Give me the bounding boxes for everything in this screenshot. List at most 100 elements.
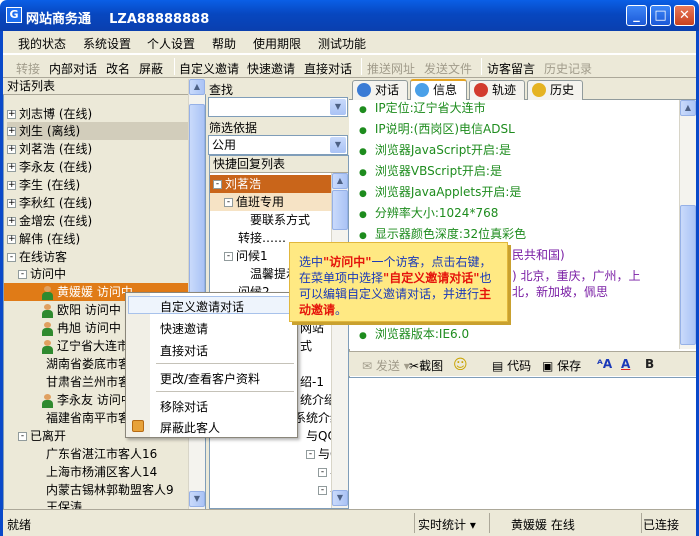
scroll-down-button[interactable]: ▼ xyxy=(332,490,348,506)
expand-icon[interactable]: + xyxy=(7,199,16,208)
push-url-button[interactable]: 推送网址 xyxy=(367,60,415,77)
font-color-icon[interactable]: A xyxy=(621,357,630,371)
tree-row[interactable]: + 刘志博 (在线) xyxy=(7,105,188,123)
expand-icon[interactable]: - xyxy=(318,468,327,477)
collapse-icon[interactable]: - xyxy=(18,432,27,441)
quick-reply-item[interactable]: 绍-1 xyxy=(300,373,324,391)
visitor-message-button[interactable]: 访客留言 xyxy=(487,60,535,77)
font-size-icon[interactable]: ᴬA xyxy=(597,357,612,371)
tree-row-visitor[interactable]: 内蒙古锡林郭勒盟客人9 xyxy=(46,481,188,499)
menu-item-block-visitor[interactable]: 屏蔽此客人 xyxy=(160,419,220,436)
collapse-icon[interactable]: - xyxy=(7,253,16,262)
menu-usage-period[interactable]: 使用期限 xyxy=(253,35,301,52)
direct-chat-button[interactable]: 直接对话 xyxy=(304,60,352,77)
info-scrollbar[interactable]: ▲ xyxy=(679,100,696,349)
quick-reply-item[interactable]: 要联系方式 xyxy=(250,211,310,229)
scroll-thumb[interactable] xyxy=(680,205,696,345)
collapse-icon[interactable]: - xyxy=(213,180,222,189)
search-label: 查找 xyxy=(209,83,234,97)
tree-group-online-visitors[interactable]: - 在线访客 xyxy=(7,248,188,266)
info-line: IP定位:辽宁省大连市 xyxy=(359,100,486,116)
scroll-thumb[interactable] xyxy=(332,190,348,230)
expand-icon[interactable]: + xyxy=(7,217,16,226)
menu-item-edit-customer[interactable]: 更改/查看客户资料 xyxy=(160,370,260,387)
tree-row[interactable]: + 刘生 (离线) xyxy=(7,122,188,140)
custom-invite-button[interactable]: 自定义邀请 xyxy=(179,60,239,77)
minimize-button[interactable]: _ xyxy=(626,5,647,26)
tab-info[interactable]: 信息 xyxy=(410,79,467,101)
history-button[interactable]: 历史记录 xyxy=(544,60,592,77)
maximize-button[interactable]: □ xyxy=(650,5,671,26)
collapse-icon[interactable]: - xyxy=(224,198,233,207)
search-combo[interactable]: ▼ xyxy=(208,97,348,117)
filter-combo[interactable]: 公用 ▼ xyxy=(208,135,348,155)
save-button[interactable]: ▣ 保存 xyxy=(542,357,581,374)
realtime-stats-button[interactable]: 实时统计 ▾ xyxy=(418,516,476,533)
menu-test-features[interactable]: 测试功能 xyxy=(318,35,366,52)
expand-icon[interactable]: + xyxy=(7,181,16,190)
tree-row[interactable]: + 金增宏 (在线) xyxy=(7,212,188,230)
tree-row-visitor[interactable]: 王保涛 xyxy=(46,498,188,509)
message-input[interactable] xyxy=(349,377,696,509)
expand-icon[interactable]: - xyxy=(318,486,327,495)
emoticon-icon[interactable]: ☺ xyxy=(453,357,468,373)
scroll-up-button[interactable]: ▲ xyxy=(332,173,348,189)
title-bar: G 网站商务通 LZA88888888 _ □ ✕ xyxy=(0,0,699,31)
quick-reply-subgroup[interactable]: - 问候1 xyxy=(224,247,268,265)
menu-item-direct-chat[interactable]: 直接对话 xyxy=(160,342,208,359)
send-button[interactable]: ✉ 发送 ▾ xyxy=(362,357,410,374)
close-button[interactable]: ✕ xyxy=(674,5,695,26)
transfer-button[interactable]: 转接 xyxy=(16,60,40,77)
tree-group-visiting[interactable]: - 访问中 xyxy=(18,265,188,283)
bold-button[interactable]: B xyxy=(645,357,654,371)
send-icon: ✉ xyxy=(362,359,376,373)
tree-row-visitor[interactable]: 广东省湛江市客人16 xyxy=(46,445,188,463)
expand-icon[interactable]: + xyxy=(7,235,16,244)
tab-chat[interactable]: 对话 xyxy=(352,80,408,100)
quick-reply-group[interactable]: - 刘茗浩 xyxy=(210,175,344,193)
status-bar: 就绪 实时统计 ▾ 黄媛媛 在线 已连接 xyxy=(3,509,696,536)
status-separator xyxy=(489,513,490,533)
menu-my-status[interactable]: 我的状态 xyxy=(18,35,66,52)
chevron-down-icon[interactable]: ▼ xyxy=(330,137,346,153)
tree-row[interactable]: + 李永友 (在线) xyxy=(7,158,188,176)
block-button[interactable]: 屏蔽 xyxy=(139,60,163,77)
quick-invite-button[interactable]: 快速邀请 xyxy=(247,60,295,77)
quick-reply-scrollbar[interactable]: ▲ ▼ xyxy=(331,173,348,508)
internal-chat-button[interactable]: 内部对话 xyxy=(49,60,97,77)
info-line: 浏览器版本:IE6.0 xyxy=(359,325,469,342)
quick-reply-subgroup[interactable]: - 值班专用 xyxy=(210,193,344,211)
quick-reply-item[interactable]: 式 xyxy=(300,337,312,355)
info-partial-line: 北，新加坡，佩思 xyxy=(512,285,609,299)
code-button[interactable]: ▤ 代码 xyxy=(492,357,531,374)
rename-button[interactable]: 改名 xyxy=(106,60,130,77)
expand-icon[interactable]: + xyxy=(7,145,16,154)
tree-row-visitor[interactable]: 上海市杨浦区客人14 xyxy=(46,463,188,481)
expand-icon[interactable]: + xyxy=(7,127,16,136)
chevron-down-icon[interactable]: ▼ xyxy=(330,99,346,115)
menu-help[interactable]: 帮助 xyxy=(212,35,236,52)
screenshot-button[interactable]: ✂截图 xyxy=(409,357,443,374)
menu-item-custom-invite[interactable]: 自定义邀请对话 xyxy=(160,298,244,315)
tree-row[interactable]: + 解伟 (在线) xyxy=(7,230,188,248)
scroll-up-button[interactable]: ▲ xyxy=(189,79,205,95)
tab-trail[interactable]: 轨迹 xyxy=(469,80,525,100)
expand-icon[interactable]: - xyxy=(306,450,315,459)
menu-system-settings[interactable]: 系统设置 xyxy=(83,35,131,52)
expand-icon[interactable]: + xyxy=(7,110,16,119)
tree-row[interactable]: + 李秋红 (在线) xyxy=(7,194,188,212)
tree-row[interactable]: + 李生 (在线) xyxy=(7,176,188,194)
scroll-up-button[interactable]: ▲ xyxy=(680,100,696,116)
tab-history[interactable]: 历史 xyxy=(527,80,583,100)
connection-status: 已连接 xyxy=(643,518,680,532)
menu-item-remove-chat[interactable]: 移除对话 xyxy=(160,398,208,415)
send-file-button[interactable]: 发送文件 xyxy=(424,60,472,77)
scroll-down-button[interactable]: ▼ xyxy=(189,491,205,507)
collapse-icon[interactable]: - xyxy=(18,270,27,279)
menu-item-quick-invite[interactable]: 快速邀请 xyxy=(160,320,208,337)
tree-row[interactable]: + 刘茗浩 (在线) xyxy=(7,140,188,158)
collapse-icon[interactable]: - xyxy=(224,252,233,261)
menu-personal-settings[interactable]: 个人设置 xyxy=(147,35,195,52)
expand-icon[interactable]: + xyxy=(7,163,16,172)
quick-reply-item[interactable]: 转接…… xyxy=(238,229,286,247)
